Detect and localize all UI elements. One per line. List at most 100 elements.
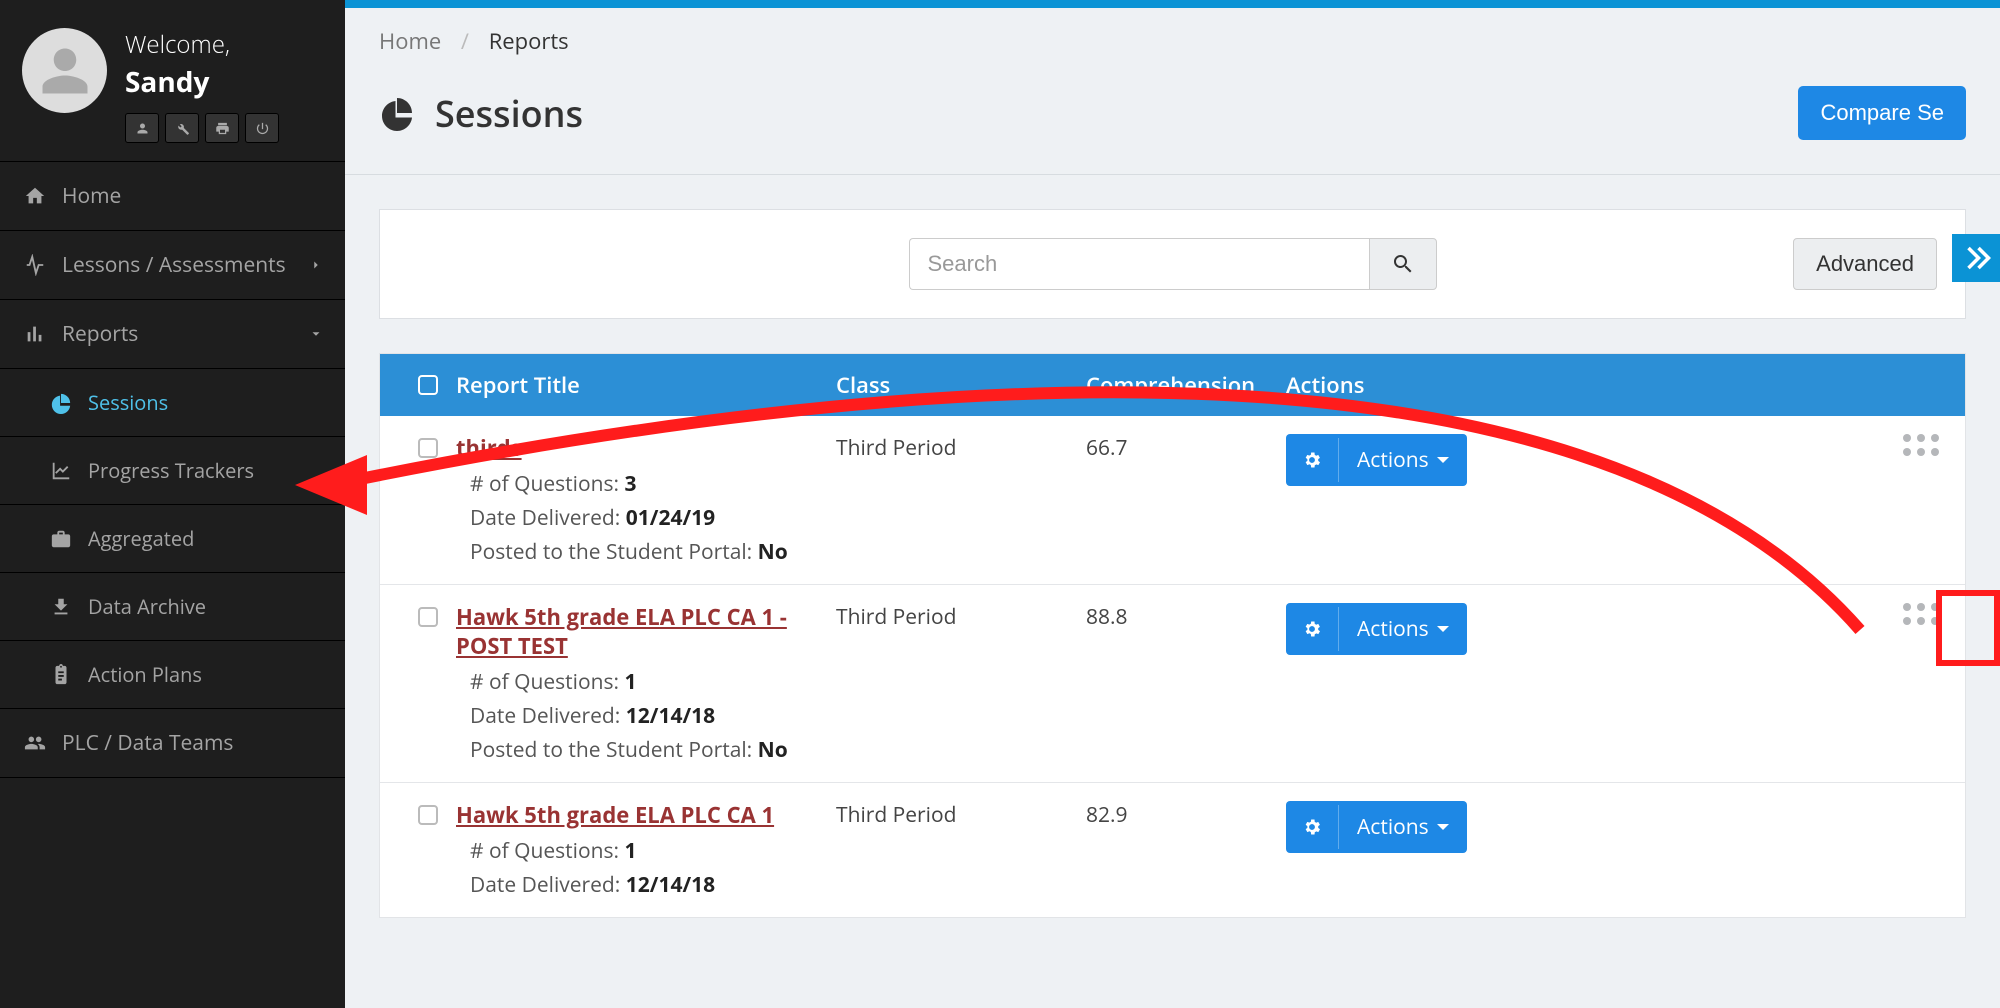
row-comprehension: 82.9 bbox=[1036, 801, 1286, 829]
search-panel: Advanced bbox=[379, 209, 1966, 319]
nav-label: Aggregated bbox=[88, 525, 194, 552]
row-actions-button[interactable]: Actions bbox=[1286, 603, 1467, 655]
page-title-wrap: Sessions bbox=[379, 89, 583, 138]
meta-posted: Posted to the Student Portal: No bbox=[456, 736, 836, 764]
caret-down-icon bbox=[1437, 824, 1449, 830]
sidebar: Welcome, Sandy Home Lessons / Assessment… bbox=[0, 0, 345, 1008]
main-nav: Home Lessons / Assessments Reports Sessi… bbox=[0, 162, 345, 778]
user-small-icon bbox=[135, 121, 150, 136]
line-chart-icon bbox=[50, 460, 72, 482]
drag-handle[interactable] bbox=[1903, 603, 1939, 625]
nav-label: Data Archive bbox=[88, 593, 206, 620]
meta-questions: # of Questions: 1 bbox=[456, 837, 836, 865]
nav-progress-trackers[interactable]: Progress Trackers bbox=[0, 437, 345, 505]
nav-action-plans[interactable]: Action Plans bbox=[0, 641, 345, 709]
expand-panel-button[interactable] bbox=[1952, 234, 2000, 282]
row-comprehension: 88.8 bbox=[1036, 603, 1286, 631]
bar-chart-icon bbox=[24, 323, 46, 345]
table-row: Hawk 5th grade ELA PLC CA 1 - POST TEST … bbox=[380, 585, 1965, 783]
compare-sessions-button[interactable]: Compare Se bbox=[1798, 86, 1966, 140]
print-icon bbox=[215, 121, 230, 136]
nav-reports[interactable]: Reports bbox=[0, 300, 345, 369]
briefcase-icon bbox=[50, 528, 72, 550]
pie-chart-icon bbox=[50, 392, 72, 414]
user-toolbar bbox=[125, 113, 279, 143]
search-button[interactable] bbox=[1369, 238, 1437, 290]
nav-label: Action Plans bbox=[88, 661, 202, 688]
meta-delivered: Date Delivered: 12/14/18 bbox=[456, 871, 836, 899]
header-comprehension[interactable]: Comprehension bbox=[1036, 370, 1286, 400]
wrench-icon bbox=[175, 121, 190, 136]
row-actions-button[interactable]: Actions bbox=[1286, 801, 1467, 853]
main-content: Home / Reports Sessions Compare Se Advan… bbox=[345, 0, 2000, 1008]
profile-button[interactable] bbox=[125, 113, 159, 143]
home-icon bbox=[24, 185, 46, 207]
power-button[interactable] bbox=[245, 113, 279, 143]
caret-down-icon bbox=[1437, 626, 1449, 632]
drag-handle[interactable] bbox=[1903, 434, 1939, 456]
row-actions-button[interactable]: Actions bbox=[1286, 434, 1467, 486]
meta-delivered: Date Delivered: 01/24/19 bbox=[456, 504, 836, 532]
meta-questions: # of Questions: 1 bbox=[456, 668, 836, 696]
sidebar-header: Welcome, Sandy bbox=[0, 0, 345, 162]
avatar[interactable] bbox=[22, 28, 107, 113]
user-icon bbox=[38, 44, 92, 98]
table-row: thirds # of Questions: 3 Date Delivered:… bbox=[380, 416, 1965, 585]
header-title[interactable]: Report Title bbox=[456, 370, 836, 400]
pie-icon bbox=[379, 95, 415, 131]
nav-label: Home bbox=[62, 182, 121, 210]
table-row: Hawk 5th grade ELA PLC CA 1 # of Questio… bbox=[380, 783, 1965, 917]
chevron-right-icon bbox=[309, 258, 323, 272]
report-title-link[interactable]: thirds bbox=[456, 434, 836, 464]
content-area: Advanced Report Title Class Comprehensio… bbox=[345, 175, 2000, 952]
meta-questions: # of Questions: 3 bbox=[456, 470, 836, 498]
advanced-search-button[interactable]: Advanced bbox=[1793, 238, 1937, 290]
activity-icon bbox=[24, 254, 46, 276]
header-class[interactable]: Class bbox=[836, 370, 1036, 400]
nav-aggregated[interactable]: Aggregated bbox=[0, 505, 345, 573]
nav-label: PLC / Data Teams bbox=[62, 729, 233, 757]
welcome-box: Welcome, Sandy bbox=[125, 28, 279, 143]
gear-icon bbox=[1302, 450, 1322, 470]
nav-data-archive[interactable]: Data Archive bbox=[0, 573, 345, 641]
gear-icon bbox=[1302, 817, 1322, 837]
nav-label: Reports bbox=[62, 320, 138, 348]
nav-plc[interactable]: PLC / Data Teams bbox=[0, 709, 345, 778]
gear-icon bbox=[1302, 619, 1322, 639]
row-class: Third Period bbox=[836, 603, 1036, 631]
row-class: Third Period bbox=[836, 801, 1036, 829]
user-name: Sandy bbox=[125, 63, 279, 101]
search-input[interactable] bbox=[909, 238, 1369, 290]
table-header: Report Title Class Comprehension Actions bbox=[380, 354, 1965, 416]
reports-table: Report Title Class Comprehension Actions… bbox=[379, 353, 1966, 918]
header-actions: Actions bbox=[1286, 370, 1486, 400]
breadcrumb-home[interactable]: Home bbox=[379, 26, 441, 56]
users-icon bbox=[24, 732, 46, 754]
nav-sessions[interactable]: Sessions bbox=[0, 369, 345, 437]
row-class: Third Period bbox=[836, 434, 1036, 462]
nav-lessons[interactable]: Lessons / Assessments bbox=[0, 231, 345, 300]
page-header: Sessions Compare Se bbox=[345, 74, 2000, 175]
report-title-link[interactable]: Hawk 5th grade ELA PLC CA 1 bbox=[456, 801, 836, 831]
page-title: Sessions bbox=[435, 89, 583, 138]
nav-label: Lessons / Assessments bbox=[62, 251, 286, 279]
meta-posted: Posted to the Student Portal: No bbox=[456, 538, 836, 566]
nav-label: Sessions bbox=[88, 389, 168, 416]
settings-button[interactable] bbox=[165, 113, 199, 143]
power-icon bbox=[255, 121, 270, 136]
caret-down-icon bbox=[1437, 457, 1449, 463]
row-checkbox[interactable] bbox=[418, 438, 438, 458]
select-all-checkbox[interactable] bbox=[418, 375, 438, 395]
download-icon bbox=[50, 596, 72, 618]
print-button[interactable] bbox=[205, 113, 239, 143]
row-checkbox[interactable] bbox=[418, 805, 438, 825]
clipboard-icon bbox=[50, 664, 72, 686]
row-checkbox[interactable] bbox=[418, 607, 438, 627]
breadcrumb-separator: / bbox=[461, 26, 469, 56]
report-title-link[interactable]: Hawk 5th grade ELA PLC CA 1 - POST TEST bbox=[456, 603, 836, 662]
welcome-label: Welcome, bbox=[125, 28, 279, 61]
chevron-double-right-icon bbox=[1961, 243, 1991, 273]
top-accent-bar bbox=[345, 0, 2000, 8]
breadcrumb: Home / Reports bbox=[345, 8, 2000, 74]
nav-home[interactable]: Home bbox=[0, 162, 345, 231]
